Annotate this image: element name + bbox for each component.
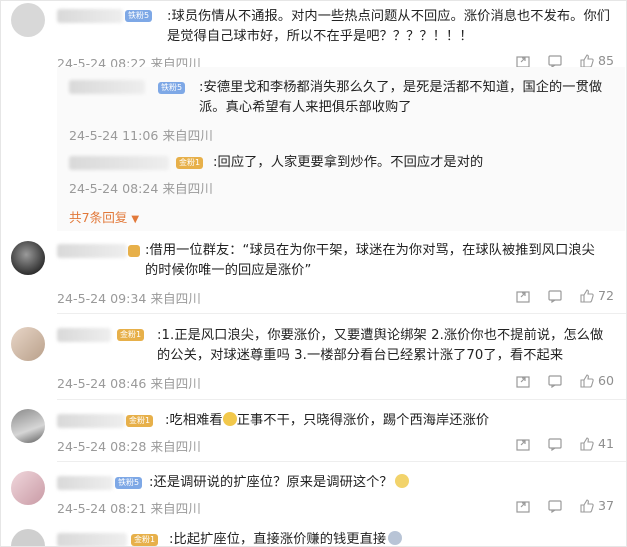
comment-text-part: 正事不干，只晓得涨价，踢个西海岸还涨价 — [236, 413, 490, 428]
comment-actions: 41 — [516, 436, 614, 451]
comment-text: :球员伤情从不通报。对内一些热点问题从不回应。涨价消息也不发布。你们是觉得自己球… — [167, 9, 611, 44]
comment-thread: 铁粉5 :球员伤情从不通报。对内一些热点问题从不回应。涨价消息也不发布。你们是觉… — [0, 0, 627, 547]
comment-icon[interactable] — [548, 437, 562, 451]
avatar[interactable] — [11, 529, 45, 546]
comment-icon[interactable] — [548, 54, 562, 68]
comment-text-part: :比起扩座位，直接涨价赚的钱更直接 — [169, 532, 387, 547]
confused-face-emoji-icon — [394, 474, 409, 488]
fan-badge: 铁粉5 — [115, 477, 143, 489]
share-icon[interactable] — [516, 437, 530, 451]
avatar[interactable] — [11, 409, 45, 443]
face-emoji-icon — [388, 531, 403, 545]
fan-badge: 铁粉5 — [125, 10, 153, 22]
avatar[interactable] — [11, 471, 45, 505]
like-count: 60 — [597, 373, 614, 388]
avatar[interactable] — [11, 327, 45, 361]
comment-text: :还是调研说的扩座位？原来是调研这个？ — [149, 473, 599, 493]
like-icon[interactable] — [580, 288, 594, 303]
comment-actions: 60 — [516, 373, 614, 388]
reply-text: :安德里戈和李杨都消失那么久了，是死是活都不知道，国企的一贯做派。真心希望有人来… — [199, 80, 603, 115]
like-icon[interactable] — [580, 53, 594, 68]
username-blurred[interactable] — [57, 533, 127, 546]
gold-badge: 金粉1 — [176, 157, 204, 169]
username-blurred[interactable] — [57, 414, 125, 428]
like-icon[interactable] — [580, 373, 594, 388]
comment-meta: 24-5-24 08:46 来自四川 — [57, 376, 201, 391]
username-blurred[interactable] — [69, 156, 169, 170]
like-count: 85 — [597, 53, 614, 68]
chevron-down-icon: ▼ — [131, 214, 140, 225]
comment-meta: 24-5-24 08:28 来自四川 — [57, 439, 201, 454]
comment-text: :1.正是风口浪尖，你要涨价，又要遭舆论绑架 2.涨价你也不提前说，怎么做的公关… — [157, 328, 604, 363]
gold-badge-icon — [128, 245, 140, 257]
avatar[interactable] — [11, 241, 45, 275]
like-count: 41 — [597, 436, 614, 451]
username-blurred[interactable] — [57, 9, 123, 23]
divider — [57, 313, 626, 314]
comment-actions: 85 — [516, 53, 614, 68]
fan-badge: 铁粉5 — [158, 82, 186, 94]
divider — [57, 461, 626, 462]
share-icon[interactable] — [516, 289, 530, 303]
reply-meta: 24-5-24 11:06 来自四川 — [69, 128, 213, 143]
gold-badge: 金粉1 — [117, 329, 145, 341]
like-icon[interactable] — [580, 436, 594, 451]
comment-text: :吃相难看 正事不干，只晓得涨价，踢个西海岸还涨价 — [165, 411, 615, 431]
comment-meta: 24-5-24 09:34 来自四川 — [57, 291, 201, 306]
comment-actions: 37 — [516, 498, 614, 513]
like-count: 72 — [597, 288, 614, 303]
angry-face-emoji-icon — [222, 412, 237, 426]
username-blurred[interactable] — [57, 328, 111, 342]
more-replies-link[interactable]: 共7条回复 ▼ — [69, 207, 139, 226]
comment-text: :比起扩座位，直接涨价赚的钱更直接 — [169, 530, 609, 547]
username-blurred[interactable] — [69, 80, 145, 94]
share-icon[interactable] — [516, 54, 530, 68]
avatar[interactable] — [11, 3, 45, 37]
comment-actions: 72 — [516, 288, 614, 303]
share-icon[interactable] — [516, 374, 530, 388]
reply-meta: 24-5-24 08:24 来自四川 — [69, 181, 213, 196]
like-count: 37 — [597, 498, 614, 513]
comment-text: :借用一位群友：“球员在为你干架，球迷在为你对骂，在球队被推到风口浪尖的时候你唯… — [145, 243, 595, 278]
comment-text-part: :还是调研说的扩座位？原来是调研这个？ — [149, 475, 393, 490]
comment-icon[interactable] — [548, 289, 562, 303]
more-replies-label: 共7条回复 — [69, 210, 128, 225]
comment-icon[interactable] — [548, 374, 562, 388]
username-blurred[interactable] — [57, 244, 127, 258]
gold-badge: 金粉1 — [131, 534, 159, 546]
share-icon[interactable] — [516, 499, 530, 513]
gold-badge: 金粉1 — [126, 415, 154, 427]
divider — [57, 399, 626, 400]
comment-text-part: :吃相难看 — [165, 413, 223, 428]
comment-meta: 24-5-24 08:21 来自四川 — [57, 501, 201, 516]
username-blurred[interactable] — [57, 476, 113, 490]
reply-text: :回应了，人家更要拿到炒作。不回应才是对的 — [213, 155, 484, 170]
like-icon[interactable] — [580, 498, 594, 513]
comment-icon[interactable] — [548, 499, 562, 513]
